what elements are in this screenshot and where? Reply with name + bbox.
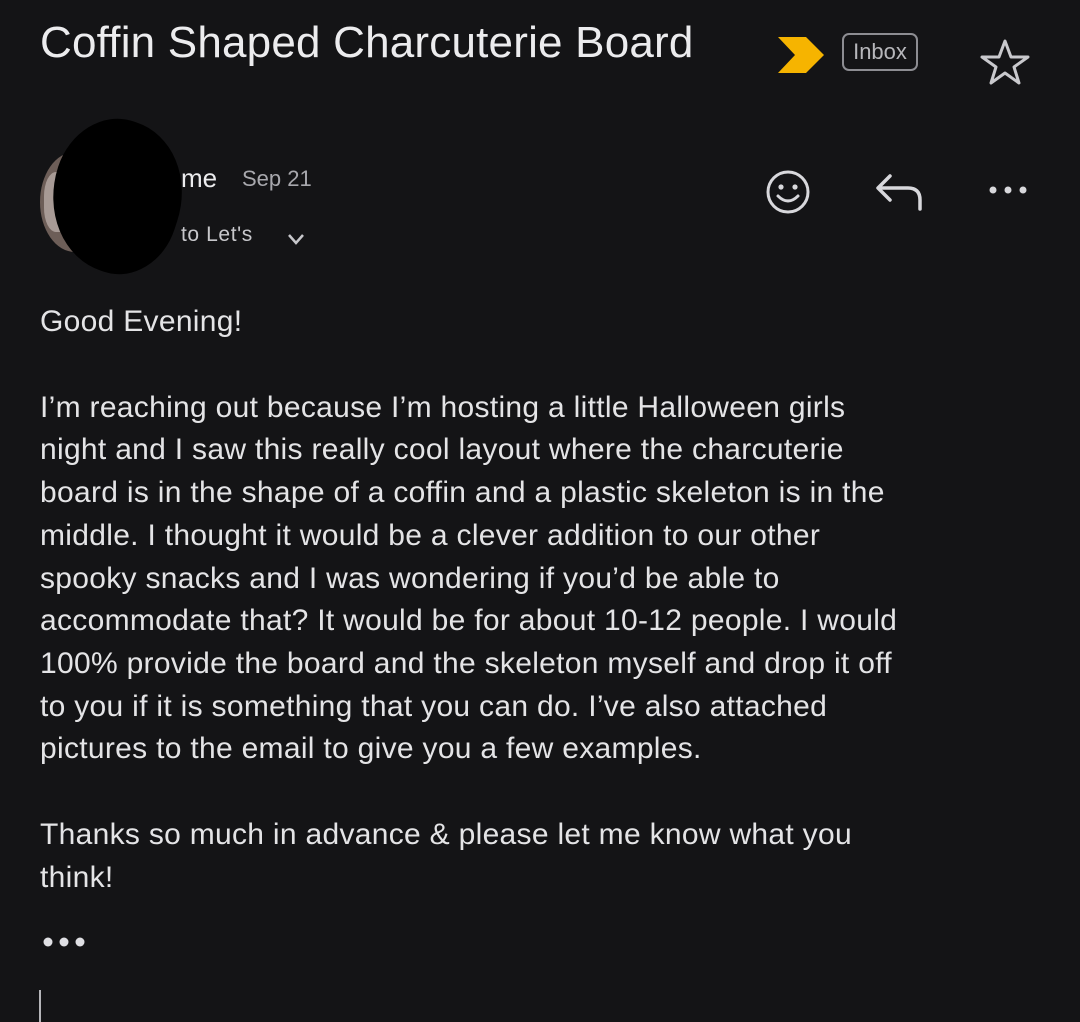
email-subject: Coffin Shaped Charcuterie Board <box>40 18 694 67</box>
body-paragraph: I’m reaching out because I’m hosting a l… <box>40 390 898 766</box>
redaction-mark <box>31 103 203 289</box>
body-greeting: Good Evening! <box>40 305 243 338</box>
chevron-down-icon[interactable] <box>286 231 306 247</box>
recipient-line[interactable]: to Let's <box>181 223 253 247</box>
emoji-reaction-icon[interactable] <box>764 168 812 216</box>
more-options-icon[interactable] <box>986 180 1030 200</box>
reply-icon[interactable] <box>874 172 926 212</box>
importance-marker-icon[interactable] <box>778 37 824 73</box>
star-icon[interactable] <box>980 38 1030 86</box>
body-closing: Thanks so much in advance & please let m… <box>40 818 852 894</box>
message-date: Sep 21 <box>242 166 312 191</box>
sender-name[interactable]: me <box>181 163 217 194</box>
inbox-label-chip[interactable]: Inbox <box>842 33 918 71</box>
text-cursor <box>39 990 41 1022</box>
show-trimmed-content-icon[interactable] <box>40 932 90 952</box>
email-body: Good Evening! I’m reaching out because I… <box>40 301 1050 899</box>
